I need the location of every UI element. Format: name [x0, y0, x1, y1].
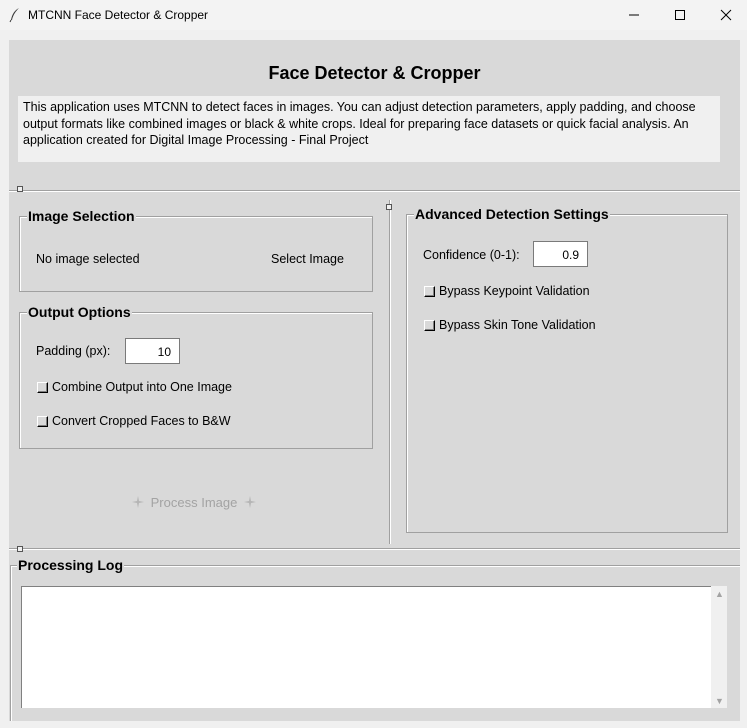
vertical-pane-sash[interactable]: [389, 200, 390, 544]
app-client-area: Face Detector & Cropper This application…: [9, 40, 740, 721]
convert-bw-label: Convert Cropped Faces to B&W: [52, 414, 231, 428]
top-sash-handle[interactable]: [17, 186, 23, 192]
feather-icon: [9, 8, 19, 23]
processing-log-label: Processing Log: [17, 557, 125, 573]
process-image-label: Process Image: [150, 494, 238, 510]
bypass-skin-label: Bypass Skin Tone Validation: [439, 318, 596, 332]
maximize-button[interactable]: [657, 0, 703, 30]
bypass-keypoint-checkbox[interactable]: Bypass Keypoint Validation: [424, 284, 590, 298]
advanced-settings-group: Advanced Detection Settings Confidence (…: [406, 206, 728, 533]
checkbox-box[interactable]: [424, 319, 435, 331]
top-pane-sash[interactable]: [9, 190, 740, 191]
confidence-label: Confidence (0-1):: [423, 248, 520, 262]
checkbox-box[interactable]: [424, 285, 435, 297]
bypass-keypoint-label: Bypass Keypoint Validation: [439, 284, 590, 298]
bottom-sash-handle[interactable]: [17, 546, 23, 552]
bypass-skin-checkbox[interactable]: Bypass Skin Tone Validation: [424, 318, 596, 332]
window-title: MTCNN Face Detector & Cropper: [28, 8, 209, 22]
combine-output-label: Combine Output into One Image: [52, 380, 232, 394]
maximize-icon: [675, 10, 685, 20]
sparkle-icon: [131, 496, 144, 508]
title-bar: MTCNN Face Detector & Cropper: [0, 0, 747, 30]
close-icon: [720, 9, 732, 21]
scroll-up-icon[interactable]: ▲: [715, 589, 724, 599]
minimize-button[interactable]: [611, 0, 657, 30]
page-title: Face Detector & Cropper: [268, 63, 481, 83]
image-status-text: No image selected: [36, 252, 140, 266]
confidence-input[interactable]: 0.9: [533, 241, 588, 267]
sparkle-icon: [244, 496, 257, 508]
checkbox-box[interactable]: [37, 381, 48, 393]
image-selection-group: Image Selection No image selected Select…: [19, 208, 373, 292]
output-options-group: Output Options Padding (px): 10 Combine …: [19, 304, 373, 449]
processing-log-textarea[interactable]: [21, 586, 711, 708]
close-button[interactable]: [703, 0, 747, 30]
padding-label: Padding (px):: [36, 344, 111, 358]
combine-output-checkbox[interactable]: Combine Output into One Image: [37, 380, 232, 394]
advanced-settings-label: Advanced Detection Settings: [414, 206, 610, 222]
scroll-down-icon[interactable]: ▼: [715, 696, 724, 706]
checkbox-box[interactable]: [37, 415, 48, 427]
convert-bw-checkbox[interactable]: Convert Cropped Faces to B&W: [37, 414, 231, 428]
minimize-icon: [629, 14, 639, 16]
log-scrollbar[interactable]: ▲ ▼: [711, 586, 727, 708]
output-options-label: Output Options: [27, 304, 132, 320]
bottom-pane-sash[interactable]: [9, 548, 740, 549]
padding-input[interactable]: 10: [125, 338, 180, 364]
vertical-sash-handle[interactable]: [386, 204, 392, 210]
image-selection-label: Image Selection: [27, 208, 136, 224]
select-image-button[interactable]: Select Image: [271, 252, 344, 266]
process-image-button[interactable]: Process Image: [119, 492, 269, 512]
app-description: This application uses MTCNN to detect fa…: [18, 96, 720, 162]
